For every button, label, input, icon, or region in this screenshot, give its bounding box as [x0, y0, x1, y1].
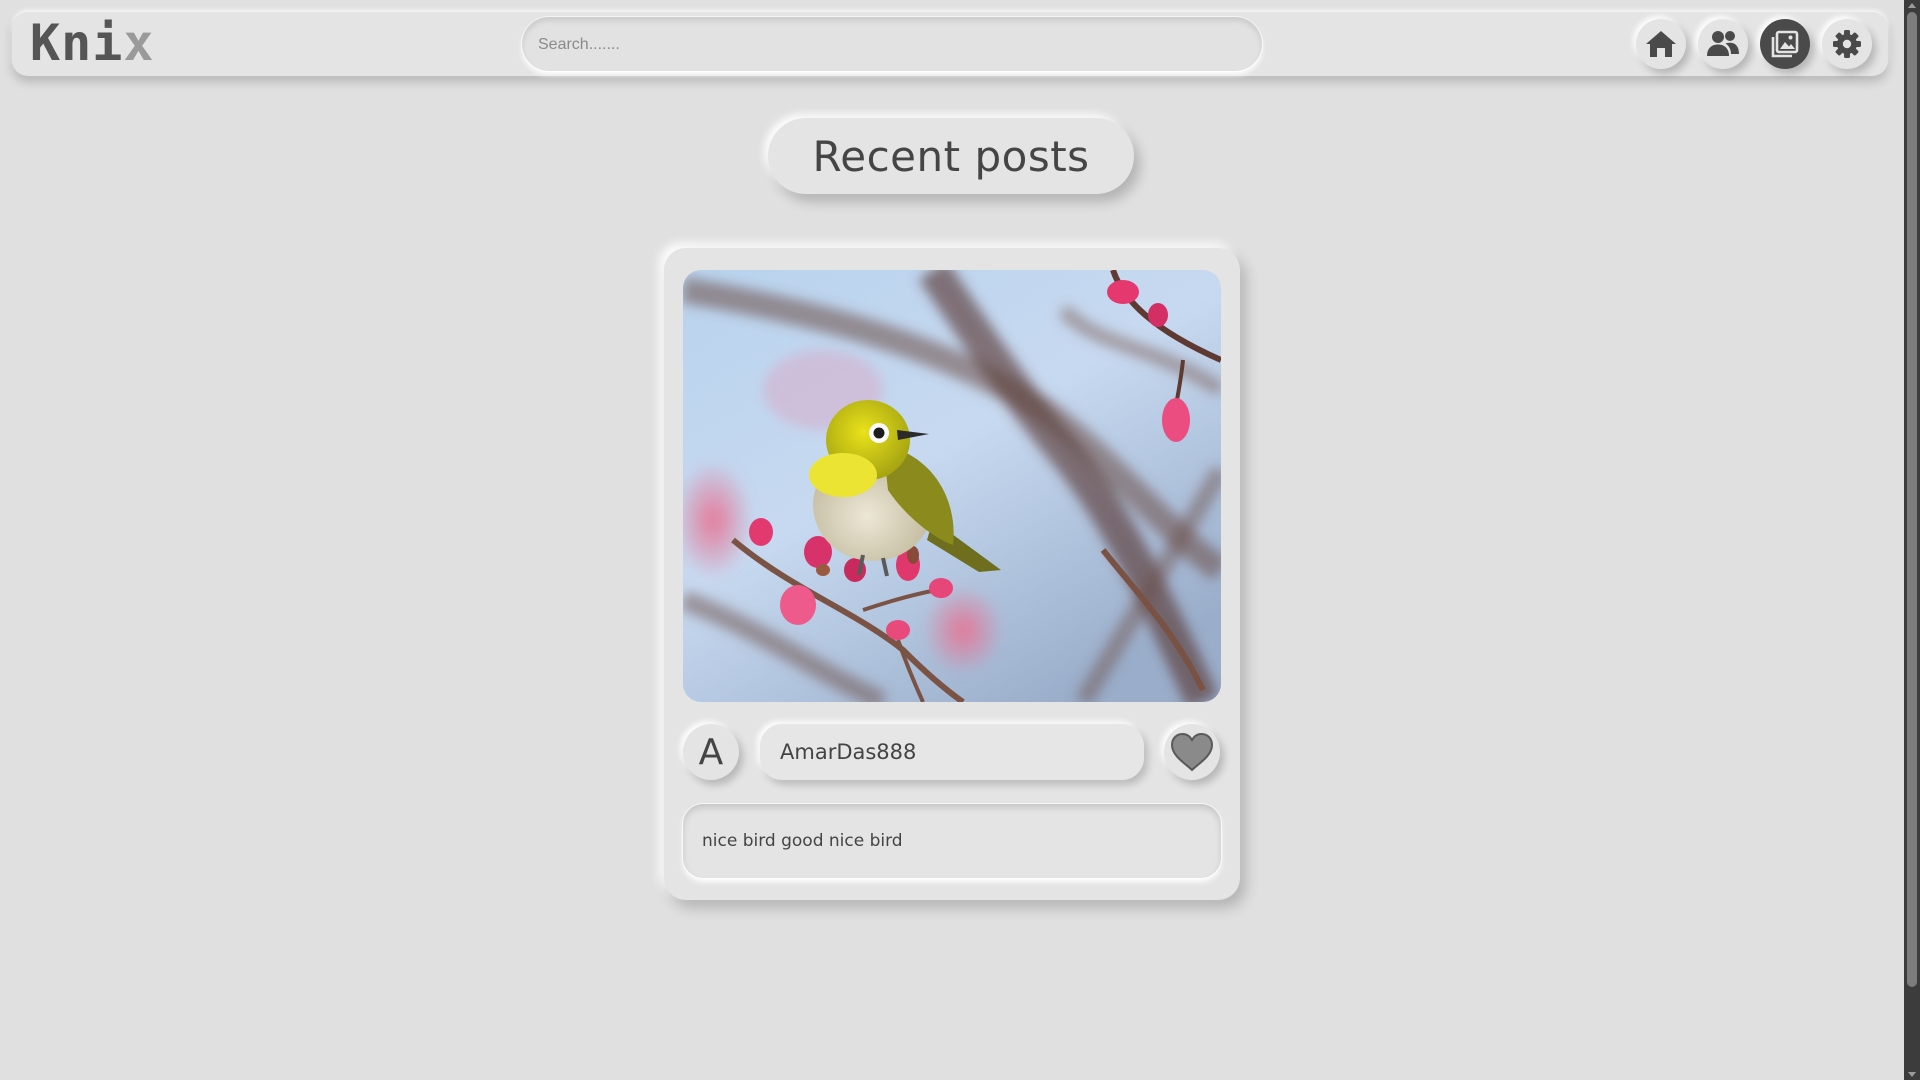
top-navbar: Knix	[12, 12, 1888, 76]
logo-text-accent: x	[123, 14, 155, 72]
post-image[interactable]	[683, 270, 1221, 702]
image-gallery-icon	[1771, 30, 1799, 58]
recent-posts-heading-pill: Recent posts	[768, 118, 1134, 194]
post-caption: nice bird good nice bird	[683, 804, 1221, 878]
scroll-up-arrow-icon[interactable]	[1908, 3, 1916, 8]
search-input[interactable]	[536, 27, 1240, 63]
like-button[interactable]	[1164, 724, 1220, 780]
heart-icon	[1170, 732, 1214, 772]
page: Knix Search....... Recent posts A AmarDa…	[0, 0, 1920, 1080]
people-icon	[1707, 31, 1739, 56]
page-title: Recent posts	[812, 131, 1090, 181]
scroll-down-arrow-icon[interactable]	[1908, 1072, 1916, 1077]
scrollbar-thumb[interactable]	[1907, 12, 1917, 987]
avatar[interactable]: A	[683, 724, 739, 780]
bird-photo-illustration	[683, 270, 1221, 702]
logo-text-main: Kni	[30, 14, 124, 72]
friends-button[interactable]	[1698, 19, 1748, 69]
home-button[interactable]	[1636, 19, 1686, 69]
settings-button[interactable]	[1822, 19, 1872, 69]
post-card: A AmarDas888 nice bird good nice bird	[664, 248, 1240, 900]
home-icon	[1646, 31, 1676, 57]
search-bar	[522, 17, 1262, 71]
app-logo[interactable]: Knix	[30, 18, 154, 68]
post-username[interactable]: AmarDas888	[760, 724, 1144, 780]
posts-button[interactable]	[1760, 19, 1810, 69]
gear-icon	[1833, 30, 1861, 58]
page-scrollbar[interactable]	[1904, 0, 1920, 1080]
